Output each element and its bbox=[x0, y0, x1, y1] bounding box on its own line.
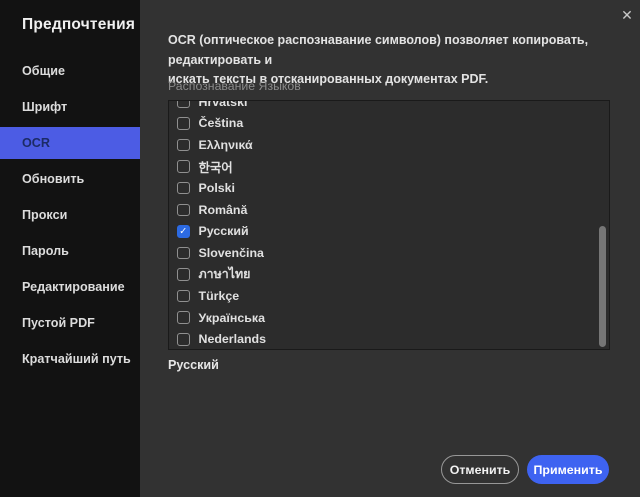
checkbox-icon[interactable] bbox=[177, 160, 190, 173]
language-label: Slovenčina bbox=[199, 246, 264, 260]
sidebar-item[interactable]: Редактирование bbox=[0, 271, 140, 303]
sidebar-nav: Общие Шрифт OCR Обновить Прокси Пароль Р… bbox=[0, 55, 140, 375]
sidebar-item[interactable]: Обновить bbox=[0, 163, 140, 195]
checkbox-icon[interactable] bbox=[177, 247, 190, 260]
sidebar-item[interactable]: OCR bbox=[0, 127, 140, 159]
checkbox-icon[interactable] bbox=[177, 139, 190, 152]
language-label: Ελληνικά bbox=[199, 138, 253, 152]
language-row[interactable]: Slovenčina bbox=[169, 242, 609, 264]
language-label: Română bbox=[199, 203, 248, 217]
close-icon[interactable]: ✕ bbox=[616, 4, 638, 26]
language-label: ภาษาไทย bbox=[199, 265, 251, 284]
sidebar-item-label: Кратчайший путь bbox=[22, 352, 131, 366]
cancel-button[interactable]: Отменить bbox=[441, 455, 519, 484]
checkbox-icon[interactable] bbox=[177, 117, 190, 130]
language-label: Türkçe bbox=[199, 289, 240, 303]
checkbox-icon[interactable] bbox=[177, 268, 190, 281]
language-label: Polski bbox=[199, 181, 236, 195]
sidebar: Предпочтения Общие Шрифт OCR Обновить Пр… bbox=[0, 0, 140, 497]
language-row[interactable]: Hrvatski bbox=[169, 100, 609, 113]
sidebar-item[interactable]: Прокси bbox=[0, 199, 140, 231]
sidebar-item-label: OCR bbox=[22, 136, 50, 150]
language-row[interactable]: ภาษาไทย bbox=[169, 264, 609, 286]
language-label: Русский bbox=[199, 224, 249, 238]
sidebar-item-label: Редактирование bbox=[22, 280, 125, 294]
sidebar-item[interactable]: Общие bbox=[0, 55, 140, 87]
ocr-description-line1: OCR (оптическое распознавание символов) … bbox=[168, 31, 628, 70]
language-label: Hrvatski bbox=[199, 100, 248, 109]
sidebar-item[interactable]: Пустой PDF bbox=[0, 307, 140, 339]
checkbox-icon[interactable] bbox=[177, 290, 190, 303]
language-row[interactable]: 한국어 bbox=[169, 156, 609, 178]
sidebar-item[interactable]: Пароль bbox=[0, 235, 140, 267]
language-label: Українська bbox=[199, 311, 265, 325]
language-label: Čeština bbox=[199, 116, 244, 130]
language-row[interactable]: Русский bbox=[169, 221, 609, 243]
sidebar-item-label: Пароль bbox=[22, 244, 69, 258]
sidebar-item-label: Пустой PDF bbox=[22, 316, 95, 330]
language-list: Hrvatski Čeština Ελληνικά 한국어 Polski Rom… bbox=[168, 100, 610, 350]
language-row[interactable]: Română bbox=[169, 199, 609, 221]
selected-language-label: Русский bbox=[168, 358, 219, 372]
language-label: Nederlands bbox=[199, 332, 266, 346]
language-recognition-label: Распознавание Языков bbox=[168, 79, 301, 93]
checkbox-icon[interactable] bbox=[177, 333, 190, 346]
scrollbar-thumb[interactable] bbox=[599, 226, 606, 347]
checkbox-icon[interactable] bbox=[177, 182, 190, 195]
language-label: 한국어 bbox=[199, 158, 233, 176]
preferences-dialog: Предпочтения Общие Шрифт OCR Обновить Пр… bbox=[0, 0, 640, 497]
language-row[interactable]: Polski bbox=[169, 177, 609, 199]
main-panel: ✕ OCR (оптическое распознавание символов… bbox=[140, 0, 640, 497]
sidebar-item-label: Шрифт bbox=[22, 100, 67, 114]
sidebar-item-label: Прокси bbox=[22, 208, 67, 222]
checkbox-icon[interactable] bbox=[177, 100, 190, 108]
checkbox-icon[interactable] bbox=[177, 311, 190, 324]
language-row[interactable]: Ελληνικά bbox=[169, 134, 609, 156]
dialog-title: Предпочтения bbox=[22, 16, 135, 34]
language-row[interactable]: Nederlands bbox=[169, 329, 609, 350]
language-row[interactable]: Türkçe bbox=[169, 285, 609, 307]
sidebar-item-label: Обновить bbox=[22, 172, 84, 186]
apply-button[interactable]: Применить bbox=[527, 455, 609, 484]
sidebar-item[interactable]: Шрифт bbox=[0, 91, 140, 123]
language-row[interactable]: Українська bbox=[169, 307, 609, 329]
sidebar-item[interactable]: Кратчайший путь bbox=[0, 343, 140, 375]
checkbox-icon[interactable] bbox=[177, 204, 190, 217]
language-row[interactable]: Čeština bbox=[169, 113, 609, 135]
checkbox-icon[interactable] bbox=[177, 225, 190, 238]
language-list-content: Hrvatski Čeština Ελληνικά 한국어 Polski Rom… bbox=[169, 100, 609, 350]
sidebar-item-label: Общие bbox=[22, 64, 65, 78]
